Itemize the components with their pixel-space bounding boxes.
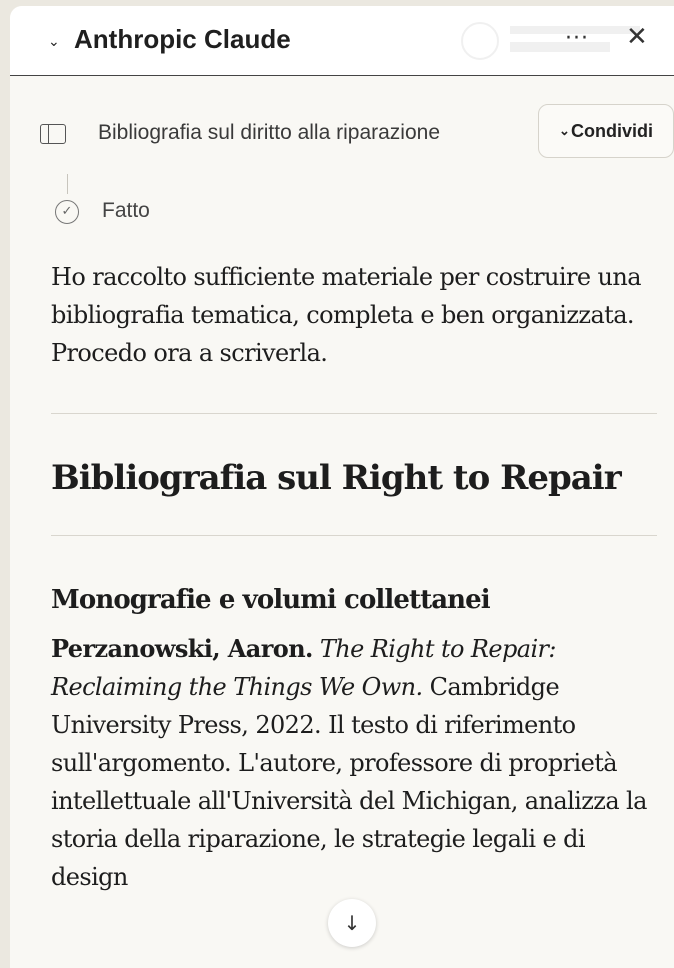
message-intro: Ho raccolto sufficiente materiale per co… xyxy=(51,263,642,367)
close-icon[interactable]: ✕ xyxy=(626,22,648,52)
bibliography-entry: Perzanowski, Aaron. The Right to Repair:… xyxy=(51,630,657,896)
chevron-down-icon[interactable]: ⌄ xyxy=(48,34,60,50)
status-done-label[interactable]: Fatto xyxy=(102,199,150,223)
conversation-title[interactable]: Bibliografia sul diritto alla riparazion… xyxy=(98,121,440,145)
share-chevron-icon: ⌄ xyxy=(559,123,570,138)
logo-watermark-icon xyxy=(461,22,640,60)
scroll-down-button[interactable]: ↓ xyxy=(328,899,376,947)
thread-connector xyxy=(67,174,68,194)
more-options-icon[interactable]: ··· xyxy=(565,26,589,51)
share-button[interactable]: ⌄ Condividi xyxy=(538,104,674,158)
section-heading: Monografie e volumi collettanei xyxy=(51,585,491,615)
sidebar-toggle-icon[interactable] xyxy=(40,124,66,144)
check-circle-icon: ✓ xyxy=(55,200,79,224)
divider xyxy=(51,535,657,536)
bibliography-heading: Bibliografia sul Right to Repair xyxy=(51,458,622,498)
entry-author: Perzanowski, Aaron. xyxy=(51,634,313,663)
share-button-label: Condividi xyxy=(570,120,653,141)
panel-header: ⌄ Anthropic Claude ··· ✕ xyxy=(10,6,674,76)
side-panel: ⌄ Anthropic Claude ··· ✕ Bibliografia su… xyxy=(10,6,674,968)
message-content: Ho raccolto sufficiente materiale per co… xyxy=(51,258,657,896)
divider xyxy=(51,413,657,414)
app-title[interactable]: Anthropic Claude xyxy=(74,24,291,55)
arrow-down-icon: ↓ xyxy=(343,911,361,935)
